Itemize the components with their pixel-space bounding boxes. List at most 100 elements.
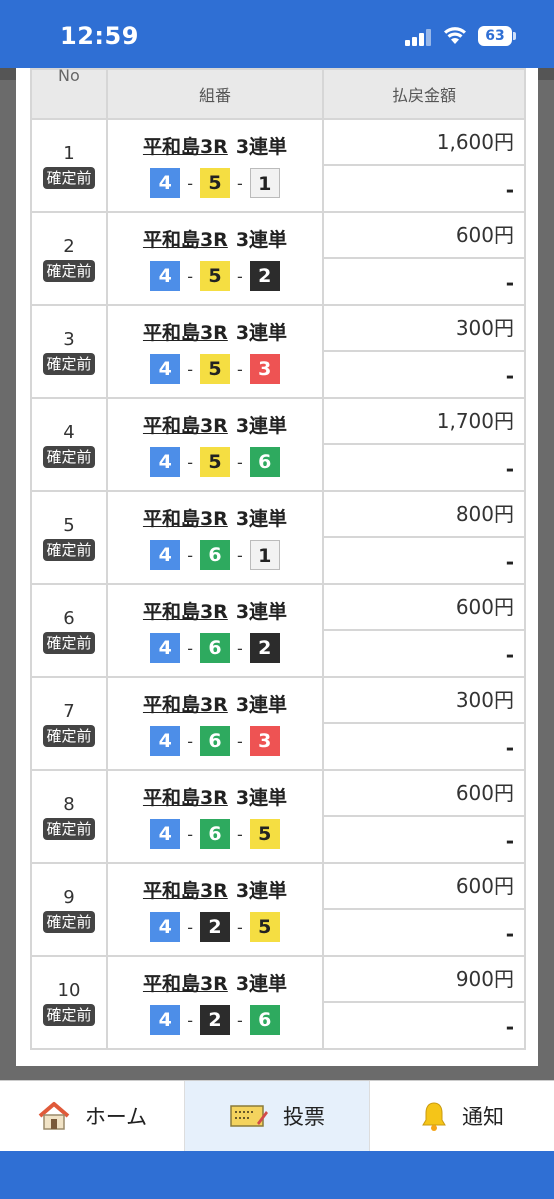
boat-separator: - xyxy=(237,917,243,937)
status-badge: 確定前 xyxy=(43,259,95,282)
battery-indicator: 63 xyxy=(478,26,512,46)
boat-number: 2 xyxy=(200,1005,230,1035)
tab-home[interactable]: ホーム xyxy=(0,1081,185,1151)
boat-number: 3 xyxy=(249,354,280,384)
boat-combination: 4-6-5 xyxy=(108,819,322,849)
header-combo: 組番 xyxy=(106,68,324,120)
bet-row: 6 確定前 平和島3R 3連単 4-6-2 600円 - xyxy=(30,583,526,678)
bet-row: 7 確定前 平和島3R 3連単 4-6-3 300円 - xyxy=(30,676,526,771)
row-payout-cell: 600円 - xyxy=(322,211,526,306)
boat-combination: 4-6-1 xyxy=(108,540,322,570)
race-info: 平和島3R 3連単 xyxy=(108,132,322,158)
boat-number: 6 xyxy=(200,819,230,849)
status-badge: 確定前 xyxy=(43,817,95,840)
status-badge: 確定前 xyxy=(43,166,95,189)
ticket-icon xyxy=(230,1105,268,1127)
payout-amount: 600円 xyxy=(324,585,524,631)
boat-separator: - xyxy=(187,638,193,658)
status-badge: 確定前 xyxy=(43,538,95,561)
bet-type: 3連単 xyxy=(235,136,288,158)
boat-combination: 4-5-2 xyxy=(108,261,322,291)
payout-amount: 600円 xyxy=(324,213,524,259)
row-number: 10 xyxy=(57,979,81,1001)
payout-amount: 300円 xyxy=(324,678,524,724)
race-link[interactable]: 平和島3R xyxy=(143,508,228,530)
payout-result: - xyxy=(505,271,514,295)
row-payout-cell: 600円 - xyxy=(322,769,526,864)
bet-row: 8 確定前 平和島3R 3連単 4-6-5 600円 - xyxy=(30,769,526,864)
status-badge: 確定前 xyxy=(43,1003,95,1026)
race-info: 平和島3R 3連単 xyxy=(108,318,322,344)
boat-combination: 4-5-1 xyxy=(108,168,322,198)
boat-separator: - xyxy=(187,545,193,565)
status-badge: 確定前 xyxy=(43,445,95,468)
bet-row: 9 確定前 平和島3R 3連単 4-2-5 600円 - xyxy=(30,862,526,957)
payout-amount: 600円 xyxy=(324,864,524,910)
bet-type: 3連単 xyxy=(235,415,288,437)
boat-combination: 4-2-5 xyxy=(108,912,322,942)
boat-number: 4 xyxy=(150,168,181,198)
row-number: 7 xyxy=(63,700,75,722)
bet-row: 10 確定前 平和島3R 3連単 4-2-6 900円 - xyxy=(30,955,526,1050)
row-no-cell: 8 確定前 xyxy=(30,769,108,864)
payout-result: - xyxy=(505,550,514,574)
boat-number: 4 xyxy=(150,261,181,291)
boat-number: 4 xyxy=(150,726,181,756)
tab-notification[interactable]: 通知 xyxy=(370,1081,554,1151)
boat-number: 5 xyxy=(200,261,230,291)
race-info: 平和島3R 3連単 xyxy=(108,969,322,995)
row-payout-cell: 900円 - xyxy=(322,955,526,1050)
payout-amount: 600円 xyxy=(324,771,524,817)
boat-number: 6 xyxy=(200,540,230,570)
row-no-cell: 2 確定前 xyxy=(30,211,108,306)
boat-separator: - xyxy=(187,731,193,751)
boat-number: 4 xyxy=(150,819,181,849)
payout-result: - xyxy=(505,829,514,853)
bet-type: 3連単 xyxy=(235,322,288,344)
row-combo-cell: 平和島3R 3連単 4-6-2 xyxy=(106,583,324,678)
boat-number: 2 xyxy=(200,912,230,942)
race-link[interactable]: 平和島3R xyxy=(143,136,228,158)
race-link[interactable]: 平和島3R xyxy=(143,787,228,809)
race-link[interactable]: 平和島3R xyxy=(143,601,228,623)
race-info: 平和島3R 3連単 xyxy=(108,504,322,530)
boat-separator: - xyxy=(187,173,193,193)
boat-separator: - xyxy=(237,1010,243,1030)
payout-result: - xyxy=(505,364,514,388)
boat-number: 4 xyxy=(150,1005,181,1035)
tab-vote[interactable]: 投票 xyxy=(185,1081,370,1151)
battery-tip xyxy=(513,32,516,40)
boat-separator: - xyxy=(187,1010,193,1030)
row-payout-cell: 300円 - xyxy=(322,304,526,399)
race-link[interactable]: 平和島3R xyxy=(143,322,228,344)
payout-amount: 900円 xyxy=(324,957,524,1003)
boat-combination: 4-2-6 xyxy=(108,1005,322,1035)
bet-type: 3連単 xyxy=(235,601,288,623)
status-badge: 確定前 xyxy=(43,910,95,933)
race-link[interactable]: 平和島3R xyxy=(143,229,228,251)
row-combo-cell: 平和島3R 3連単 4-5-1 xyxy=(106,118,324,213)
status-badge: 確定前 xyxy=(43,724,95,747)
boat-number: 5 xyxy=(200,447,230,477)
race-link[interactable]: 平和島3R xyxy=(143,880,228,902)
bet-type: 3連単 xyxy=(235,973,288,995)
race-link[interactable]: 平和島3R xyxy=(143,973,228,995)
boat-separator: - xyxy=(237,824,243,844)
race-link[interactable]: 平和島3R xyxy=(143,415,228,437)
boat-separator: - xyxy=(187,452,193,472)
bet-row: 5 確定前 平和島3R 3連単 4-6-1 800円 - xyxy=(30,490,526,585)
boat-number: 5 xyxy=(249,819,280,849)
row-no-cell: 1 確定前 xyxy=(30,118,108,213)
tab-home-label: ホーム xyxy=(84,1105,148,1129)
race-info: 平和島3R 3連単 xyxy=(108,225,322,251)
bet-table-body: 1 確定前 平和島3R 3連単 4-5-1 1,600円 -2 確定前 平和島3R 3連単 4-5-… xyxy=(30,118,526,1050)
row-number: 5 xyxy=(63,514,75,536)
row-number: 9 xyxy=(63,886,75,908)
row-no-cell: 6 確定前 xyxy=(30,583,108,678)
row-no-cell: 10 確定前 xyxy=(30,955,108,1050)
boat-number: 6 xyxy=(200,633,230,663)
bell-icon xyxy=(422,1102,446,1131)
race-link[interactable]: 平和島3R xyxy=(143,694,228,716)
bet-table-wrap: No 組番 払戻金額 1 確定前 平和島3R 3連単 4-5-1 1,600円 -2 確定前平… xyxy=(30,68,526,1050)
row-number: 6 xyxy=(63,607,75,629)
